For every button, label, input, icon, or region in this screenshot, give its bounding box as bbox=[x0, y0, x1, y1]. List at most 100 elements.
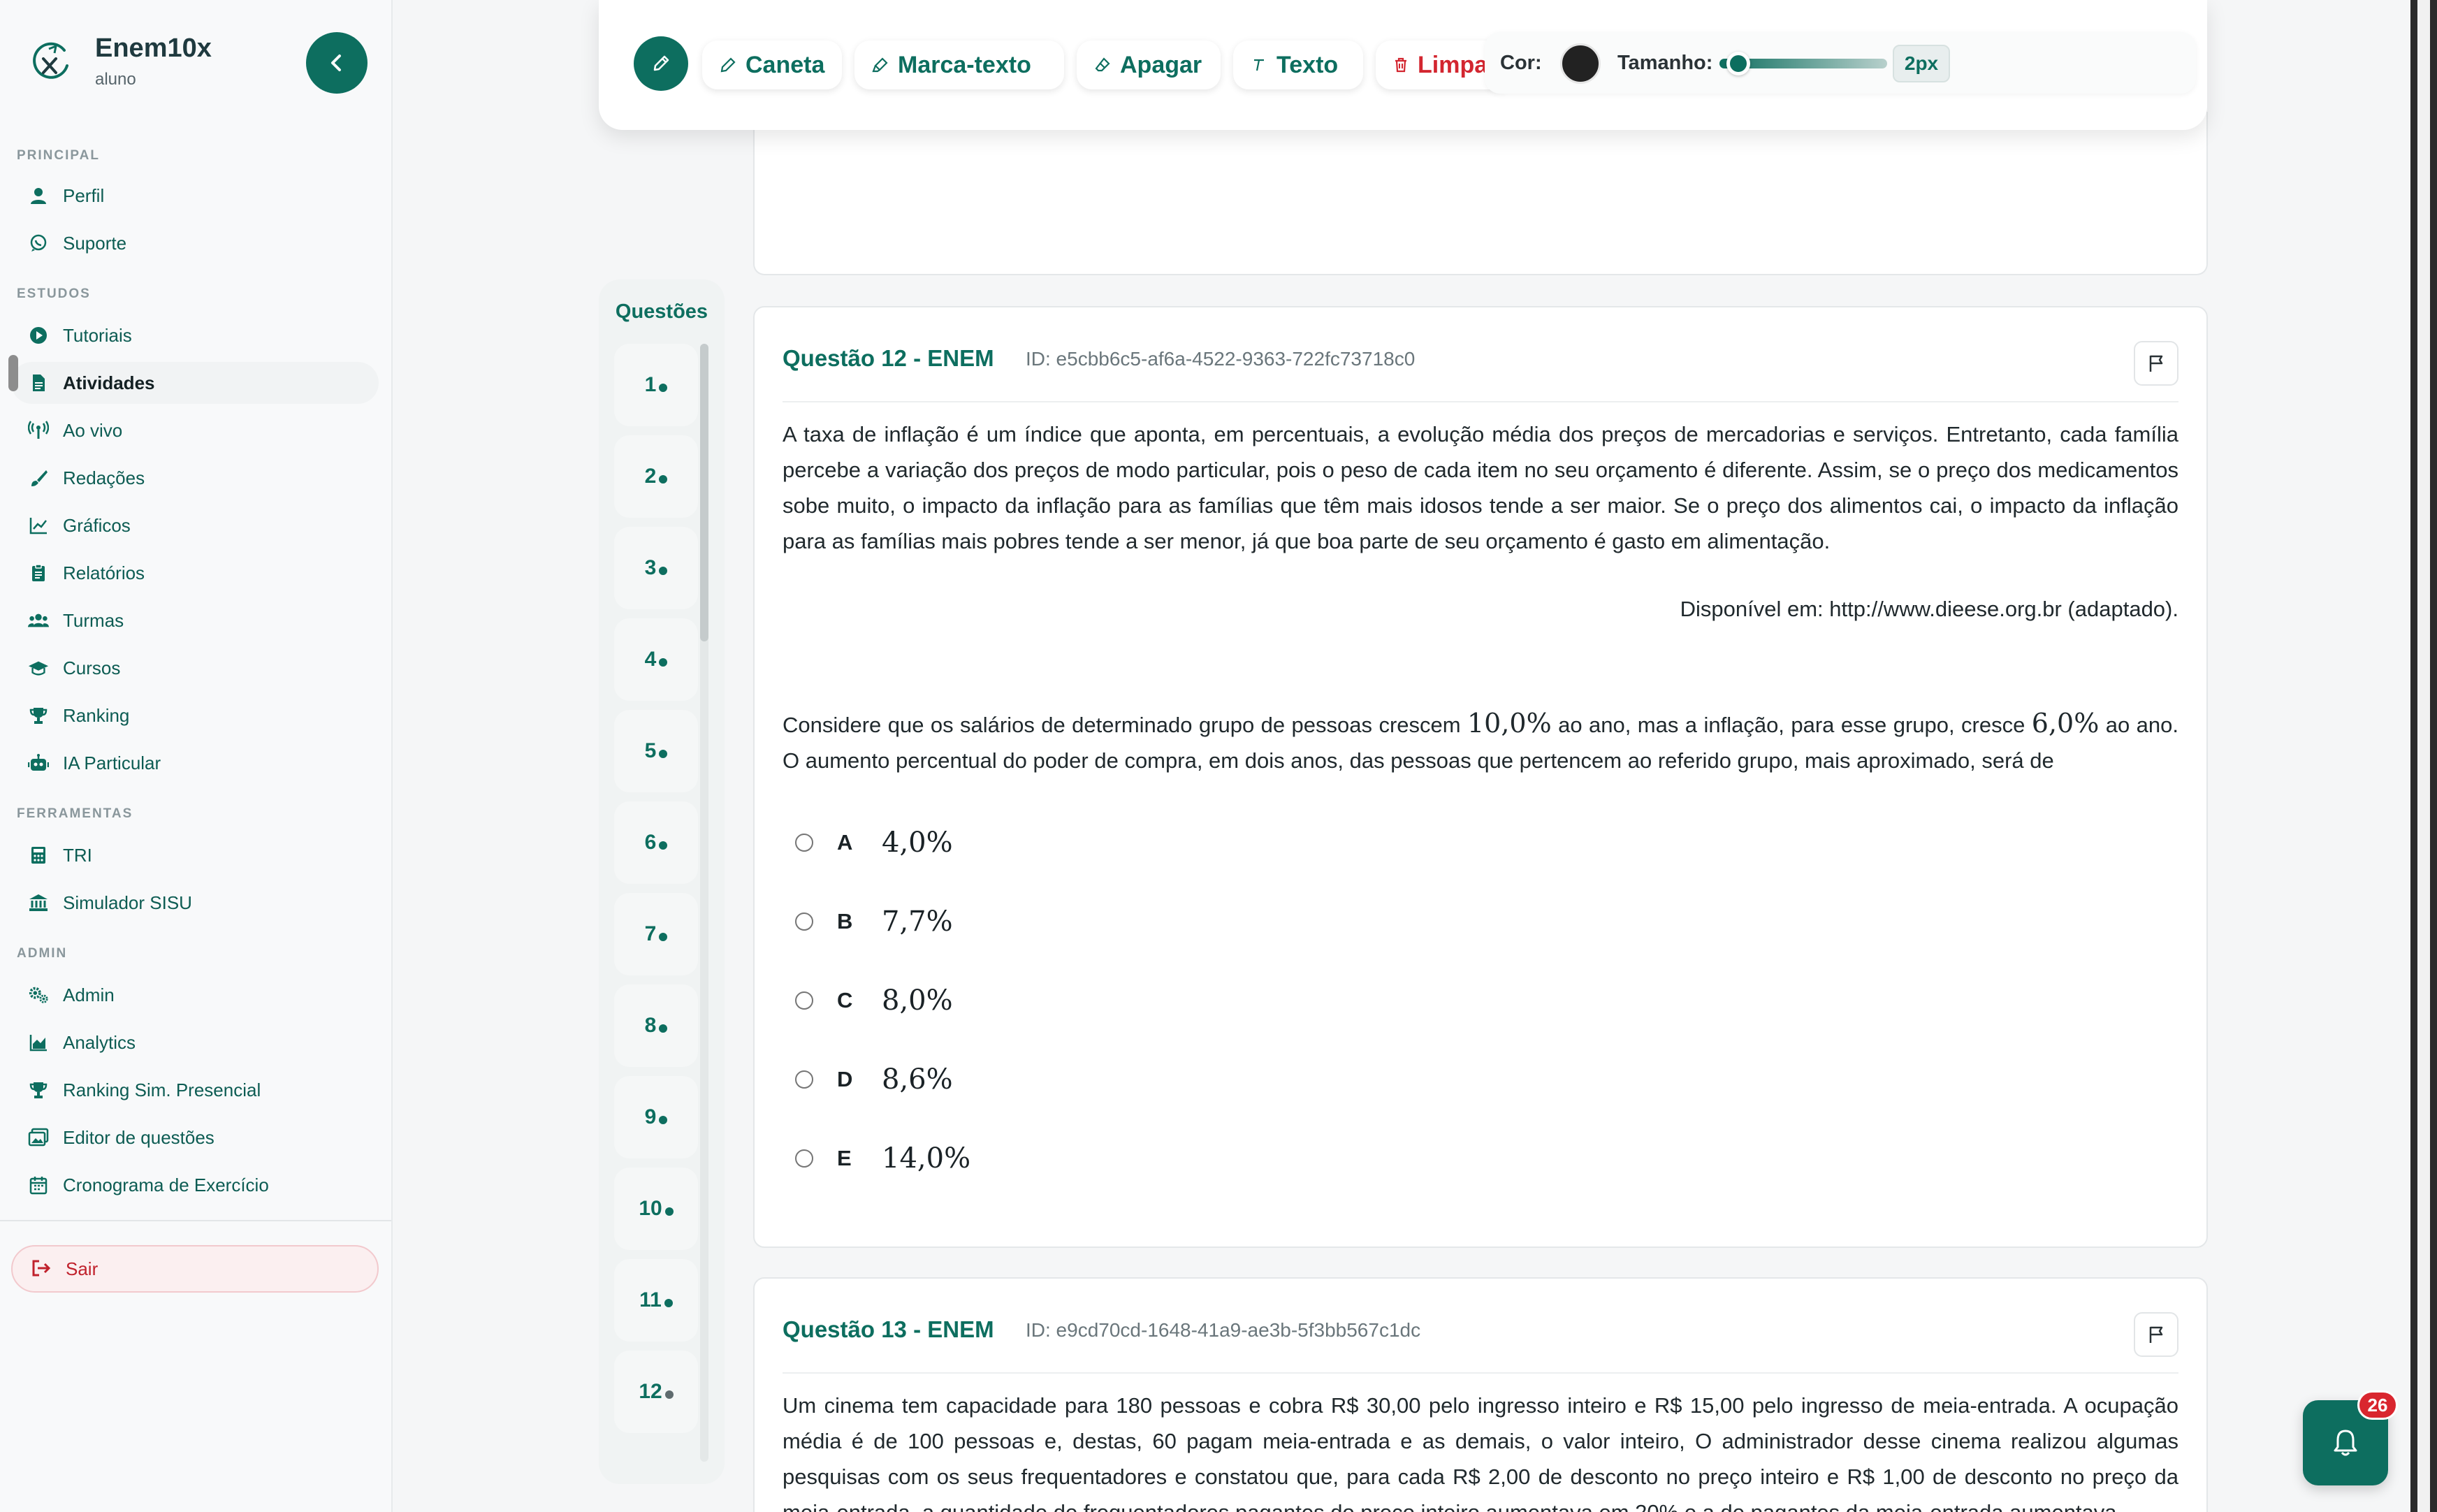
color-picker[interactable] bbox=[1560, 43, 1601, 84]
question-header-divider bbox=[783, 401, 2178, 402]
trophy-icon bbox=[28, 1080, 49, 1100]
option-letter: A bbox=[837, 830, 853, 855]
annotation-toggle-button[interactable] bbox=[634, 36, 688, 91]
sidebar-item-relatorios[interactable]: Relatórios bbox=[11, 552, 379, 594]
user-icon bbox=[28, 185, 49, 206]
question-nav-item[interactable]: 5 bbox=[614, 710, 698, 792]
robot-icon bbox=[28, 753, 49, 773]
sidebar-item-atividades[interactable]: Atividades bbox=[11, 362, 379, 404]
sidebar-item-analytics[interactable]: Analytics bbox=[11, 1022, 379, 1063]
question-text: A taxa de inflação é um índice que apont… bbox=[783, 422, 2178, 553]
answer-option-a[interactable]: A 4,0% bbox=[795, 822, 953, 864]
tool-pen-button[interactable]: Caneta bbox=[702, 41, 842, 89]
question-header: Questão 13 - ENEM ID: e9cd70cd-1648-41a9… bbox=[783, 1312, 2178, 1357]
sidebar-item-tutoriais[interactable]: Tutoriais bbox=[11, 314, 379, 356]
sidebar-item-cursos[interactable]: Cursos bbox=[11, 647, 379, 689]
sidebar-item-admin[interactable]: Admin bbox=[11, 974, 379, 1016]
question-nav-item[interactable]: 1 bbox=[614, 344, 698, 426]
sidebar-item-ao-vivo[interactable]: Ao vivo bbox=[11, 409, 379, 451]
logout-button[interactable]: Sair bbox=[11, 1245, 379, 1293]
gears-icon bbox=[28, 984, 49, 1005]
calendar-icon bbox=[28, 1175, 49, 1195]
question-card-13: Questão 13 - ENEM ID: e9cd70cd-1648-41a9… bbox=[753, 1277, 2208, 1512]
users-icon bbox=[28, 610, 49, 631]
page-scrollbar[interactable] bbox=[2410, 0, 2437, 1512]
sidebar-item-ranking-sim-presencial[interactable]: Ranking Sim. Presencial bbox=[11, 1069, 379, 1111]
sidebar-item-ranking[interactable]: Ranking bbox=[11, 695, 379, 736]
collapse-sidebar-button[interactable] bbox=[306, 32, 368, 94]
section-label-admin: ADMIN bbox=[17, 946, 68, 961]
answer-option-c[interactable]: C 8,0% bbox=[795, 980, 953, 1022]
status-dot-icon bbox=[659, 750, 668, 758]
answer-option-d[interactable]: D 8,6% bbox=[795, 1059, 953, 1100]
answer-option-b[interactable]: B 7,7% bbox=[795, 901, 953, 943]
question-nav-item[interactable]: 8 bbox=[614, 984, 698, 1067]
calculator-icon bbox=[28, 845, 49, 866]
size-slider-handle[interactable] bbox=[1726, 52, 1751, 75]
logout-label: Sair bbox=[66, 1258, 99, 1279]
answer-option-e[interactable]: E 14,0% bbox=[795, 1137, 970, 1179]
questions-navigator-scrollbar[interactable] bbox=[700, 344, 708, 1462]
sidebar-item-editor-de-questoes[interactable]: Editor de questões bbox=[11, 1117, 379, 1158]
question-nav-item[interactable]: 10 bbox=[614, 1168, 698, 1250]
bell-icon bbox=[2334, 1430, 2357, 1456]
tool-eraser-button[interactable]: Apagar bbox=[1077, 41, 1221, 89]
size-value: 2px bbox=[1893, 45, 1950, 82]
question-header-divider bbox=[783, 1372, 2178, 1374]
page-scroll-track[interactable] bbox=[2417, 0, 2430, 1512]
sidebar-item-graficos[interactable]: Gráficos bbox=[11, 504, 379, 546]
play-circle-icon bbox=[28, 325, 49, 346]
enem10x-logo-icon bbox=[33, 42, 68, 79]
sidebar-item-redacoes[interactable]: Redações bbox=[11, 457, 379, 499]
chevron-left-icon bbox=[331, 54, 341, 71]
status-dot-icon bbox=[659, 384, 668, 392]
tool-highlighter-button[interactable]: Marca-texto bbox=[854, 41, 1064, 89]
radio-button[interactable] bbox=[795, 1070, 813, 1089]
sidebar-item-turmas[interactable]: Turmas bbox=[11, 599, 379, 641]
status-dot-icon bbox=[659, 1024, 668, 1033]
trash-icon bbox=[1392, 56, 1409, 74]
tool-settings-panel: Cor: Tamanho: 2px bbox=[1485, 32, 2196, 94]
question-nav-item[interactable]: 7 bbox=[614, 893, 698, 975]
sidebar-item-label: Turmas bbox=[63, 609, 124, 631]
question-nav-item[interactable]: 4 bbox=[614, 618, 698, 701]
sidebar-item-tri[interactable]: TRI bbox=[11, 834, 379, 876]
sidebar-item-perfil[interactable]: Perfil bbox=[11, 175, 379, 217]
section-label-estudos: ESTUDOS bbox=[17, 286, 91, 301]
status-dot-icon bbox=[659, 567, 668, 575]
option-letter: B bbox=[837, 909, 853, 933]
math-value: 6,0% bbox=[2031, 708, 2100, 739]
status-dot-icon bbox=[664, 1299, 673, 1307]
question-nav-item[interactable]: 6 bbox=[614, 801, 698, 884]
line-chart-icon bbox=[28, 515, 49, 536]
sidebar-item-ia-particular[interactable]: IA Particular bbox=[11, 742, 379, 784]
question-nav-item[interactable]: 12 bbox=[614, 1351, 698, 1433]
pen-icon bbox=[653, 55, 669, 71]
sidebar-item-cronograma-de-exercicio[interactable]: Cronograma de Exercício bbox=[11, 1164, 379, 1206]
flag-question-button[interactable] bbox=[2134, 341, 2178, 386]
question-card-12: Questão 12 - ENEM ID: e5cbb6c5-af6a-4522… bbox=[753, 306, 2208, 1248]
question-nav-item[interactable]: 9 bbox=[614, 1076, 698, 1158]
flag-question-button[interactable] bbox=[2134, 1312, 2178, 1357]
status-dot-icon bbox=[664, 1390, 674, 1399]
sidebar-item-suporte[interactable]: Suporte bbox=[11, 222, 379, 264]
images-icon bbox=[28, 1127, 49, 1148]
radio-button[interactable] bbox=[795, 1149, 813, 1168]
radio-button[interactable] bbox=[795, 913, 813, 931]
sidebar-item-simulador-sisu[interactable]: Simulador SISU bbox=[11, 882, 379, 924]
tool-text-button[interactable]: Texto bbox=[1233, 41, 1363, 89]
page-scroll-thumb[interactable] bbox=[8, 355, 18, 391]
sidebar-item-label: TRI bbox=[63, 844, 92, 866]
status-dot-icon bbox=[659, 933, 668, 941]
radio-button[interactable] bbox=[795, 991, 813, 1010]
bank-icon bbox=[28, 892, 49, 913]
questions-navigator-scroll-thumb[interactable] bbox=[700, 344, 708, 641]
question-nav-item[interactable]: 11 bbox=[614, 1259, 698, 1342]
file-icon bbox=[28, 372, 49, 393]
sidebar-item-label: Gráficos bbox=[63, 514, 131, 536]
radio-button[interactable] bbox=[795, 834, 813, 852]
question-nav-item[interactable]: 3 bbox=[614, 527, 698, 609]
sidebar-item-label: Perfil bbox=[63, 184, 105, 206]
sidebar-item-label: Simulador SISU bbox=[63, 892, 192, 913]
question-nav-item[interactable]: 2 bbox=[614, 435, 698, 518]
